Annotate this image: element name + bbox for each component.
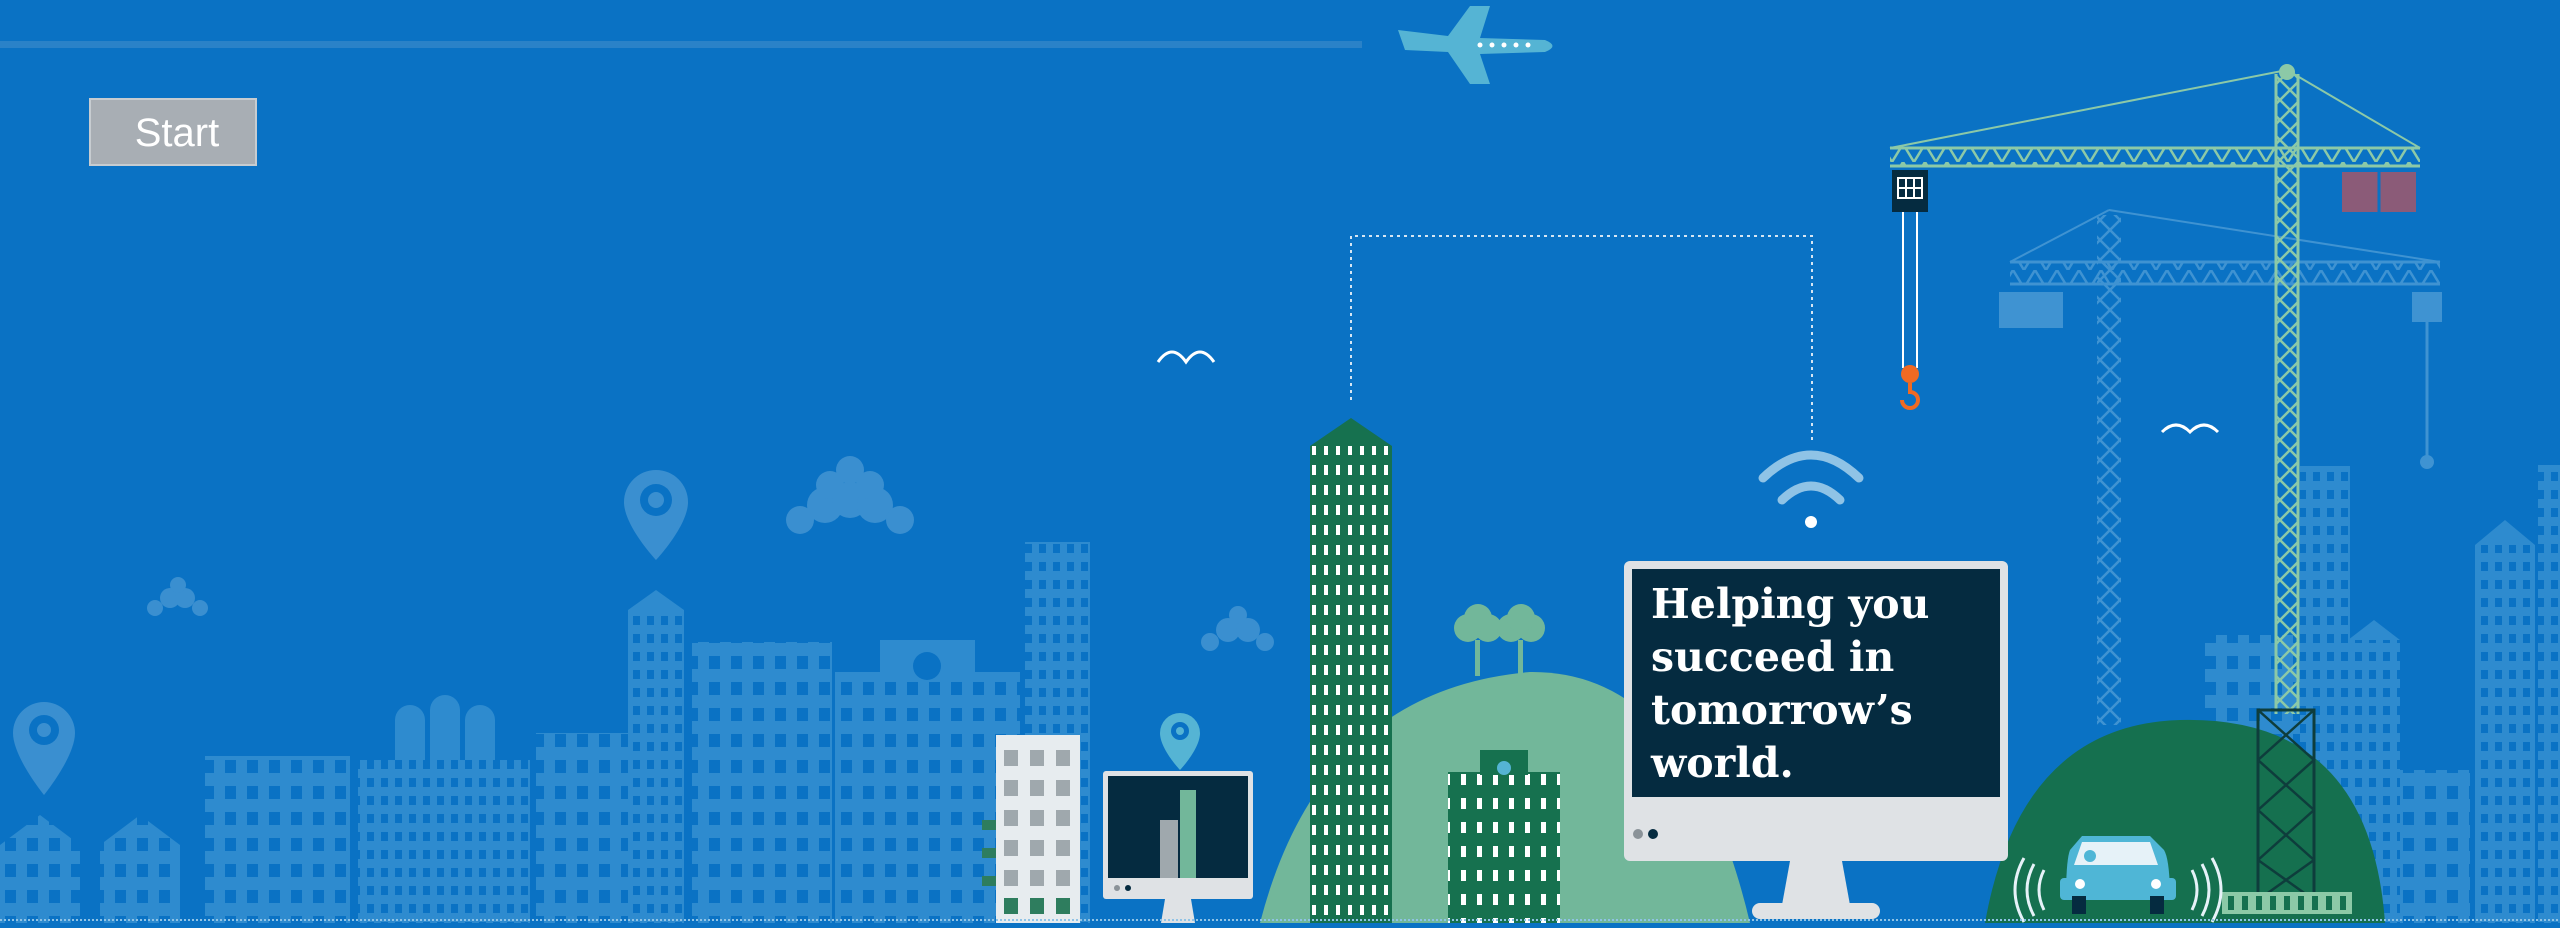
monitor-headline: Helping you succeed in tomorrow’s world.: [1651, 580, 1930, 787]
cloud-icon: [1201, 606, 1274, 651]
green-building: [1448, 750, 1560, 923]
wifi-icon: [1758, 450, 1864, 528]
small-monitor: [1103, 771, 1253, 923]
tree-icon: [1454, 604, 1545, 676]
city-illustration: [0, 6, 2560, 923]
crane-hook-icon: [1900, 365, 1920, 410]
bird-icon: [1156, 350, 1216, 365]
city-scene: Start Helping you succeed in tomorrow’s …: [0, 0, 2560, 923]
location-pin-icon: [13, 702, 75, 795]
flight-trail: [0, 41, 1362, 48]
location-pin-icon: [624, 470, 688, 560]
white-building: [982, 735, 1080, 923]
green-tower: [1310, 418, 1392, 923]
connection-line: [1350, 235, 1813, 440]
cloud-icon: [786, 456, 914, 534]
cloud-icon: [147, 577, 208, 616]
start-button[interactable]: Start: [89, 98, 257, 166]
bird-icon: [2160, 423, 2220, 435]
location-pin-icon: [1160, 713, 1200, 770]
airplane-icon: [1398, 6, 1553, 84]
